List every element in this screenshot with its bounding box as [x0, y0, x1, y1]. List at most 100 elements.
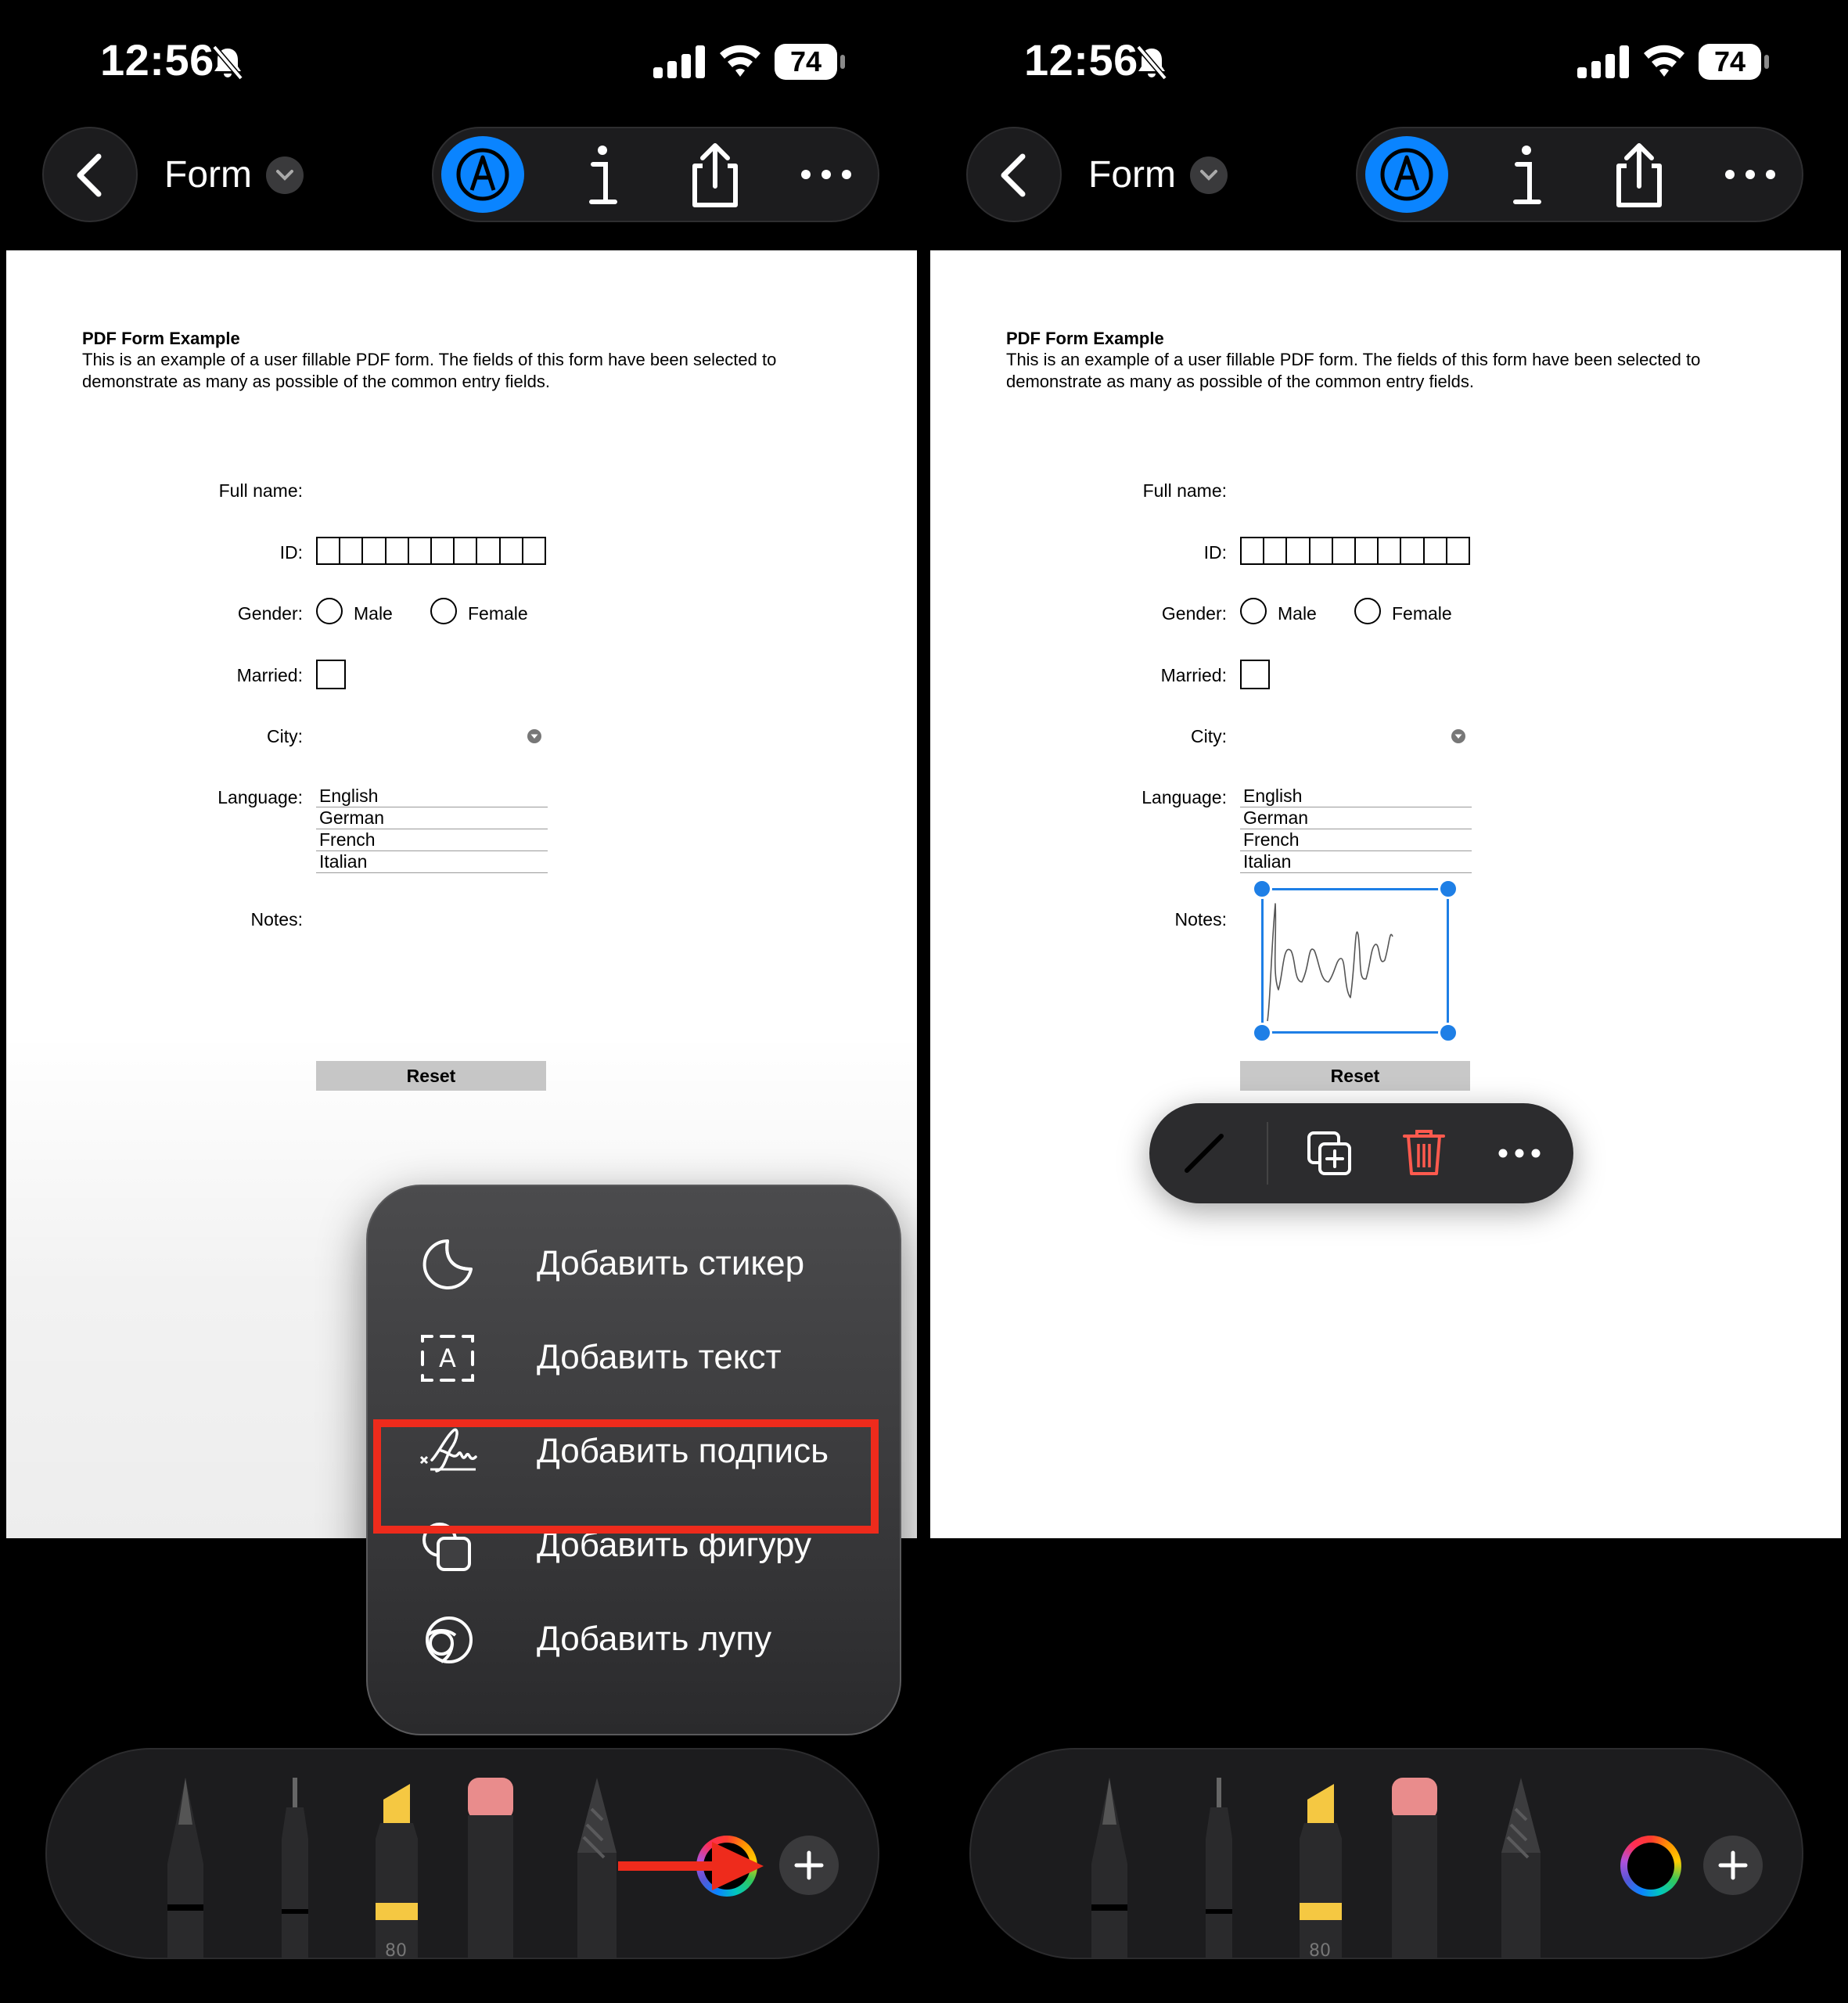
fineliner-tool[interactable] — [266, 1778, 324, 1959]
markup-button[interactable] — [1365, 136, 1448, 213]
radio-male[interactable] — [1240, 598, 1267, 624]
reset-button[interactable]: Reset — [1240, 1061, 1470, 1091]
radio-female-label: Female — [1392, 603, 1452, 624]
list-item[interactable]: English — [1240, 786, 1472, 807]
resize-handle[interactable] — [1438, 1023, 1458, 1043]
add-button[interactable] — [779, 1836, 839, 1895]
chevron-down-icon — [1200, 170, 1217, 181]
city-label: City: — [1191, 726, 1227, 746]
highlighter-tool[interactable]: 80 — [365, 1778, 427, 1959]
resize-handle[interactable] — [1252, 1023, 1272, 1043]
more-icon[interactable] — [1495, 1138, 1544, 1169]
annotation-context-toolbar — [1149, 1103, 1573, 1203]
list-item[interactable]: Italian — [1240, 851, 1472, 873]
form-intro: This is an example of a user fillable PD… — [82, 350, 777, 391]
language-listbox[interactable]: English German French Italian — [316, 786, 548, 873]
pencil-tool[interactable] — [1492, 1778, 1550, 1959]
menu-item-add-sticker[interactable]: Добавить стикер — [368, 1217, 903, 1311]
duplicate-icon[interactable] — [1306, 1130, 1354, 1178]
menu-item-add-text[interactable]: A Добавить текст — [368, 1311, 903, 1405]
list-item[interactable]: French — [1240, 829, 1472, 851]
plus-icon — [794, 1850, 824, 1880]
id-field[interactable] — [1240, 537, 1470, 565]
signature-drawing — [1261, 888, 1449, 1034]
radio-male[interactable] — [316, 598, 343, 624]
stroke-style-button[interactable] — [1181, 1130, 1228, 1177]
text-box-icon: A — [421, 1335, 474, 1382]
id-label: ID: — [279, 542, 303, 563]
language-label: Language: — [1142, 787, 1227, 807]
list-item[interactable]: English — [316, 786, 548, 807]
battery-indicator: 74 — [1699, 44, 1769, 80]
top-toolbar — [432, 127, 879, 222]
resize-handle[interactable] — [1252, 879, 1272, 899]
language-listbox[interactable]: English German French Italian — [1240, 786, 1472, 873]
markup-pen-icon — [1380, 148, 1433, 201]
toolbar-divider — [1267, 1122, 1268, 1185]
married-checkbox[interactable] — [316, 660, 346, 689]
list-item[interactable]: German — [316, 807, 548, 829]
married-checkbox[interactable] — [1240, 660, 1270, 689]
dropdown-arrow-icon[interactable] — [527, 729, 541, 743]
wifi-icon — [720, 45, 760, 77]
color-picker[interactable] — [1620, 1836, 1681, 1897]
eraser-tool[interactable] — [462, 1778, 520, 1959]
pen-tool[interactable] — [156, 1778, 214, 1959]
highlighter-tool[interactable]: 80 — [1289, 1778, 1351, 1959]
more-icon[interactable] — [1719, 155, 1781, 194]
battery-tip — [840, 55, 845, 69]
radio-male-label: Male — [354, 603, 393, 624]
info-button[interactable] — [1495, 136, 1558, 214]
signature-annotation[interactable] — [1252, 879, 1458, 1043]
dropdown-arrow-icon[interactable] — [1451, 729, 1465, 743]
bell-slash-icon — [212, 45, 243, 81]
screen-left: 12:56 74 Form PDF Form Example This is a… — [0, 0, 924, 2003]
pen-tool[interactable] — [1080, 1778, 1138, 1959]
add-button[interactable] — [1703, 1836, 1763, 1895]
document-title[interactable]: Form — [164, 153, 252, 196]
document-title[interactable]: Form — [1088, 153, 1176, 196]
signature-highlight-frame — [373, 1419, 879, 1534]
gender-label: Gender: — [237, 603, 303, 624]
radio-female[interactable] — [430, 598, 457, 624]
back-button[interactable] — [966, 127, 1062, 222]
bell-slash-icon — [1136, 45, 1167, 81]
share-icon[interactable] — [1608, 142, 1670, 208]
menu-item-label: Добавить текст — [537, 1338, 782, 1376]
red-arrow-annotation — [618, 1842, 764, 1890]
title-menu-button[interactable] — [1190, 156, 1228, 194]
battery-level: 74 — [775, 44, 837, 80]
list-item[interactable]: French — [316, 829, 548, 851]
eraser-tool[interactable] — [1386, 1778, 1444, 1959]
highlighter-width-label: 80 — [1309, 1941, 1331, 1959]
city-label: City: — [267, 726, 303, 746]
menu-item-add-magnifier[interactable]: Добавить лупу — [368, 1593, 903, 1687]
chevron-left-icon — [1001, 153, 1026, 197]
status-time: 12:56 — [100, 35, 214, 85]
share-icon[interactable] — [684, 142, 746, 208]
trash-icon[interactable] — [1400, 1127, 1448, 1178]
full-name-label: Full name: — [1142, 480, 1227, 501]
title-menu-button[interactable] — [266, 156, 304, 194]
back-button[interactable] — [42, 127, 138, 222]
radio-female-label: Female — [468, 603, 528, 624]
language-label: Language: — [218, 787, 303, 807]
radio-male-label: Male — [1278, 603, 1317, 624]
radio-female[interactable] — [1354, 598, 1381, 624]
pencil-tool[interactable] — [568, 1778, 626, 1959]
form-intro: This is an example of a user fillable PD… — [1006, 350, 1701, 391]
more-icon[interactable] — [795, 155, 857, 194]
markup-button[interactable] — [441, 136, 524, 213]
wifi-icon — [1644, 45, 1684, 77]
info-button[interactable] — [571, 136, 634, 214]
menu-item-label: Добавить стикер — [537, 1244, 805, 1282]
list-item[interactable]: German — [1240, 807, 1472, 829]
id-field[interactable] — [316, 537, 546, 565]
id-label: ID: — [1203, 542, 1227, 563]
top-toolbar — [1356, 127, 1803, 222]
list-item[interactable]: Italian — [316, 851, 548, 873]
plus-icon — [1718, 1850, 1748, 1880]
fineliner-tool[interactable] — [1190, 1778, 1248, 1959]
resize-handle[interactable] — [1438, 879, 1458, 899]
signal-icon — [653, 45, 705, 78]
